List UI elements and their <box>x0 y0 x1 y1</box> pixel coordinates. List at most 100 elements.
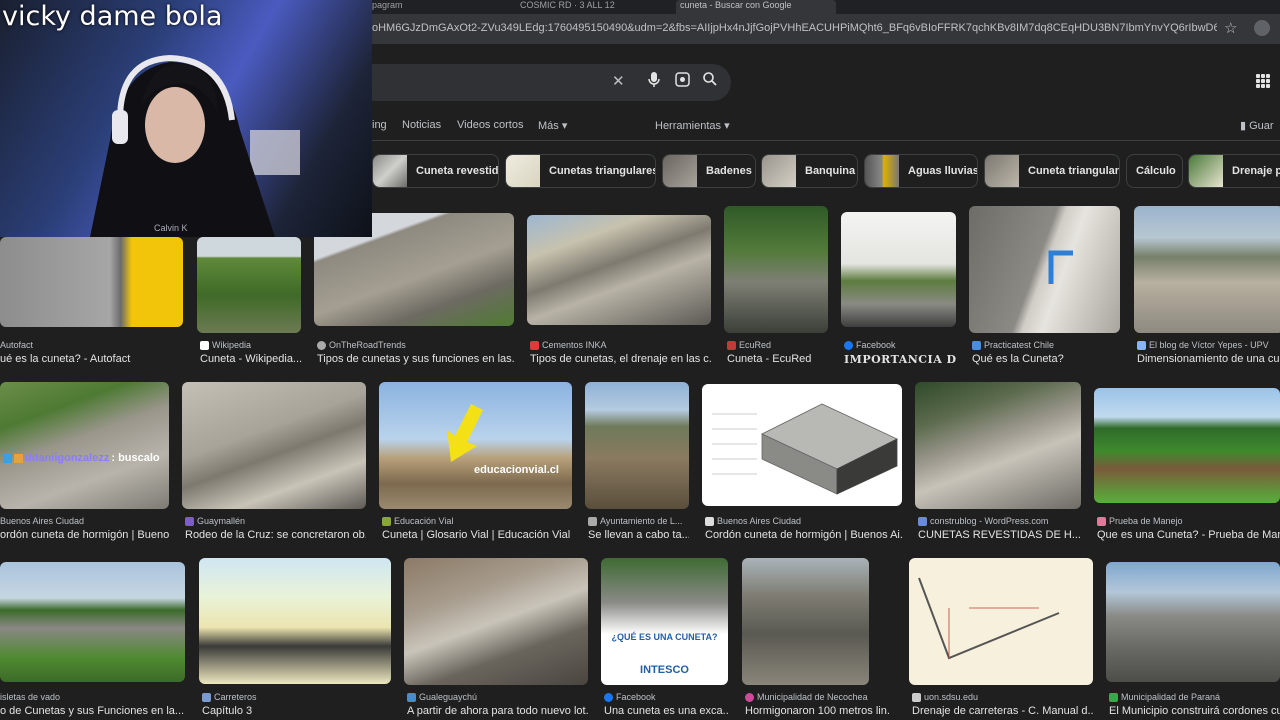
result-source[interactable]: Cementos INKA <box>530 340 710 350</box>
result-image[interactable] <box>724 206 828 333</box>
result-title[interactable]: Cordón cuneta de hormigón | Buenos Ai... <box>705 529 902 541</box>
nav-more[interactable]: Más ▾ <box>538 119 567 132</box>
chip-calculo[interactable]: Cálculo <box>1126 154 1183 188</box>
result-title[interactable]: o de Cunetas y sus Funciones en la... <box>0 705 185 717</box>
chip-cuneta-revestida[interactable]: Cuneta revestida <box>372 154 499 188</box>
result-title[interactable]: Se llevan a cabo ta... <box>588 529 689 541</box>
search-icon[interactable] <box>703 72 717 90</box>
result-source[interactable]: Ayuntamiento de L... <box>588 516 689 526</box>
result-title[interactable]: A partir de ahora para todo nuevo lot... <box>407 705 588 717</box>
result-source[interactable]: El blog de Víctor Yepes - UPV <box>1137 340 1280 350</box>
result-image[interactable] <box>1094 388 1280 503</box>
result-source[interactable]: Facebook <box>844 340 956 350</box>
saved-button[interactable]: ▮ Guar <box>1240 119 1274 132</box>
result-title[interactable]: Capítulo 3 <box>202 705 392 717</box>
chip-thumbnail <box>865 155 899 187</box>
result-image[interactable] <box>0 562 185 682</box>
result-title[interactable]: Una cuneta es una exca... <box>604 705 728 717</box>
chip-cunetas-triangulares[interactable]: Cunetas triangulares <box>505 154 656 188</box>
search-box[interactable]: ✕ <box>330 64 731 101</box>
result-title[interactable]: Hormigonaron 100 metros lin... <box>745 705 890 717</box>
chip-cuneta-triangular[interactable]: Cuneta triangular <box>984 154 1120 188</box>
result-image[interactable] <box>702 384 902 506</box>
chip-badenes[interactable]: Badenes <box>662 154 756 188</box>
result-title[interactable]: Qué es la Cuneta? <box>972 353 1120 365</box>
result-image[interactable] <box>404 558 588 685</box>
tab-cosmic[interactable]: COSMIC RD · 3 ALL 12 <box>520 0 670 14</box>
tab-instagram[interactable]: pagram <box>372 0 492 14</box>
favicon-icon <box>745 692 754 702</box>
result-image[interactable]: educacionvial.cl <box>379 382 572 509</box>
result-image[interactable] <box>841 212 956 327</box>
result-source[interactable]: Practicatest Chile <box>972 340 1120 350</box>
chip-drenaje-pluvial[interactable]: Drenaje pl <box>1188 154 1280 188</box>
result-image[interactable] <box>197 237 301 333</box>
result-title[interactable]: CUNETAS REVESTIDAS DE H... <box>918 529 1081 541</box>
nav-short-videos[interactable]: Videos cortos <box>457 119 523 131</box>
chip-label: Cunetas triangulares <box>549 165 656 177</box>
result-source[interactable]: Facebook <box>604 692 728 702</box>
result-image[interactable] <box>0 382 169 509</box>
result-title[interactable]: Tipos de cunetas, el drenaje en las c... <box>530 353 711 365</box>
chip-aguas-lluvias[interactable]: Aguas lluvias <box>864 154 978 188</box>
result-source[interactable]: Prueba de Manejo <box>1097 516 1280 526</box>
saved-label: Guar <box>1249 120 1274 132</box>
result-title[interactable]: Cuneta - Wikipedia... <box>200 353 304 365</box>
result-title[interactable]: IMPORTANCIA DE L... <box>844 353 956 366</box>
tab-google-search[interactable]: cuneta - Buscar con Google <box>676 0 836 14</box>
result-image[interactable] <box>0 237 183 327</box>
url-text[interactable]: oHM6GJzDmGAxOt2-ZVu349LEdg:1760495150490… <box>372 22 1217 34</box>
result-title[interactable]: Cuneta - EcuRed <box>727 353 828 365</box>
result-source[interactable]: Autofact <box>0 340 180 350</box>
result-title[interactable]: Drenaje de carreteras - C. Manual d... <box>912 705 1093 717</box>
result-source[interactable]: EcuRed <box>727 340 827 350</box>
result-image[interactable]: ¿QUÉ ES UNA CUNETA? INTESCO <box>601 558 728 685</box>
result-title[interactable]: El Municipio construirá cordones cun <box>1109 705 1280 717</box>
microphone-icon[interactable] <box>648 72 660 92</box>
result-source[interactable]: isletas de vado <box>0 692 185 702</box>
nav-news[interactable]: Noticias <box>402 119 441 131</box>
result-image[interactable] <box>969 206 1120 333</box>
result-image[interactable] <box>1134 206 1280 333</box>
result-source[interactable]: Buenos Aires Ciudad <box>0 516 170 526</box>
result-title[interactable]: Dimensionamiento de una cune <box>1137 353 1280 365</box>
result-title[interactable]: Tipos de cunetas y sus funciones en las.… <box>317 353 514 365</box>
result-title[interactable]: ué es la cuneta? - Autofact <box>0 353 183 365</box>
result-title[interactable]: Cuneta | Glosario Vial | Educación Vial <box>382 529 572 541</box>
result-image[interactable] <box>182 382 366 509</box>
result-source[interactable]: uon.sdsu.edu <box>912 692 1093 702</box>
result-image[interactable] <box>585 382 689 509</box>
google-apps-icon[interactable] <box>1256 74 1270 88</box>
result-source[interactable]: Wikipedia <box>200 340 310 350</box>
chat-text: : buscalo <box>111 452 160 464</box>
result-image[interactable] <box>527 215 711 325</box>
result-image[interactable] <box>742 558 869 685</box>
result-image[interactable] <box>909 558 1093 685</box>
result-title[interactable]: Que es una Cuneta? - Prueba de Manej <box>1097 529 1280 541</box>
result-source[interactable]: Municipalidad de Paraná <box>1109 692 1280 702</box>
stream-chat-message: ddaniigonzalezz : buscalo <box>3 452 160 464</box>
result-source[interactable]: Guaymallén <box>185 516 365 526</box>
profile-avatar[interactable] <box>1254 20 1270 36</box>
bookmark-star-icon[interactable]: ☆ <box>1224 19 1237 37</box>
chip-banquina[interactable]: Banquina <box>761 154 858 188</box>
lens-icon[interactable] <box>675 72 690 91</box>
result-source[interactable]: Gualeguaychú <box>407 692 588 702</box>
result-source[interactable]: OnTheRoadTrends <box>317 340 517 350</box>
clothing-brand-text: Calvin K <box>154 223 188 233</box>
result-source[interactable]: Buenos Aires Ciudad <box>705 516 902 526</box>
result-source[interactable]: Carreteros <box>202 692 392 702</box>
tools-button[interactable]: Herramientas ▾ <box>655 119 730 132</box>
result-source[interactable]: Municipalidad de Necochea <box>745 692 895 702</box>
result-title[interactable]: ordón cuneta de hormigón | Bueno... <box>0 529 169 541</box>
favicon-icon <box>185 516 194 526</box>
nav-images-partial[interactable]: ing <box>372 119 387 131</box>
result-title[interactable]: Rodeo de la Cruz: se concretaron ob... <box>185 529 366 541</box>
result-image[interactable] <box>199 558 391 684</box>
clear-icon[interactable]: ✕ <box>612 72 625 90</box>
favicon-icon <box>1097 516 1106 526</box>
result-image[interactable] <box>915 382 1081 509</box>
result-image[interactable] <box>1106 562 1280 682</box>
result-source[interactable]: Educación Vial <box>382 516 572 526</box>
result-source[interactable]: construblog - WordPress.com <box>918 516 1081 526</box>
